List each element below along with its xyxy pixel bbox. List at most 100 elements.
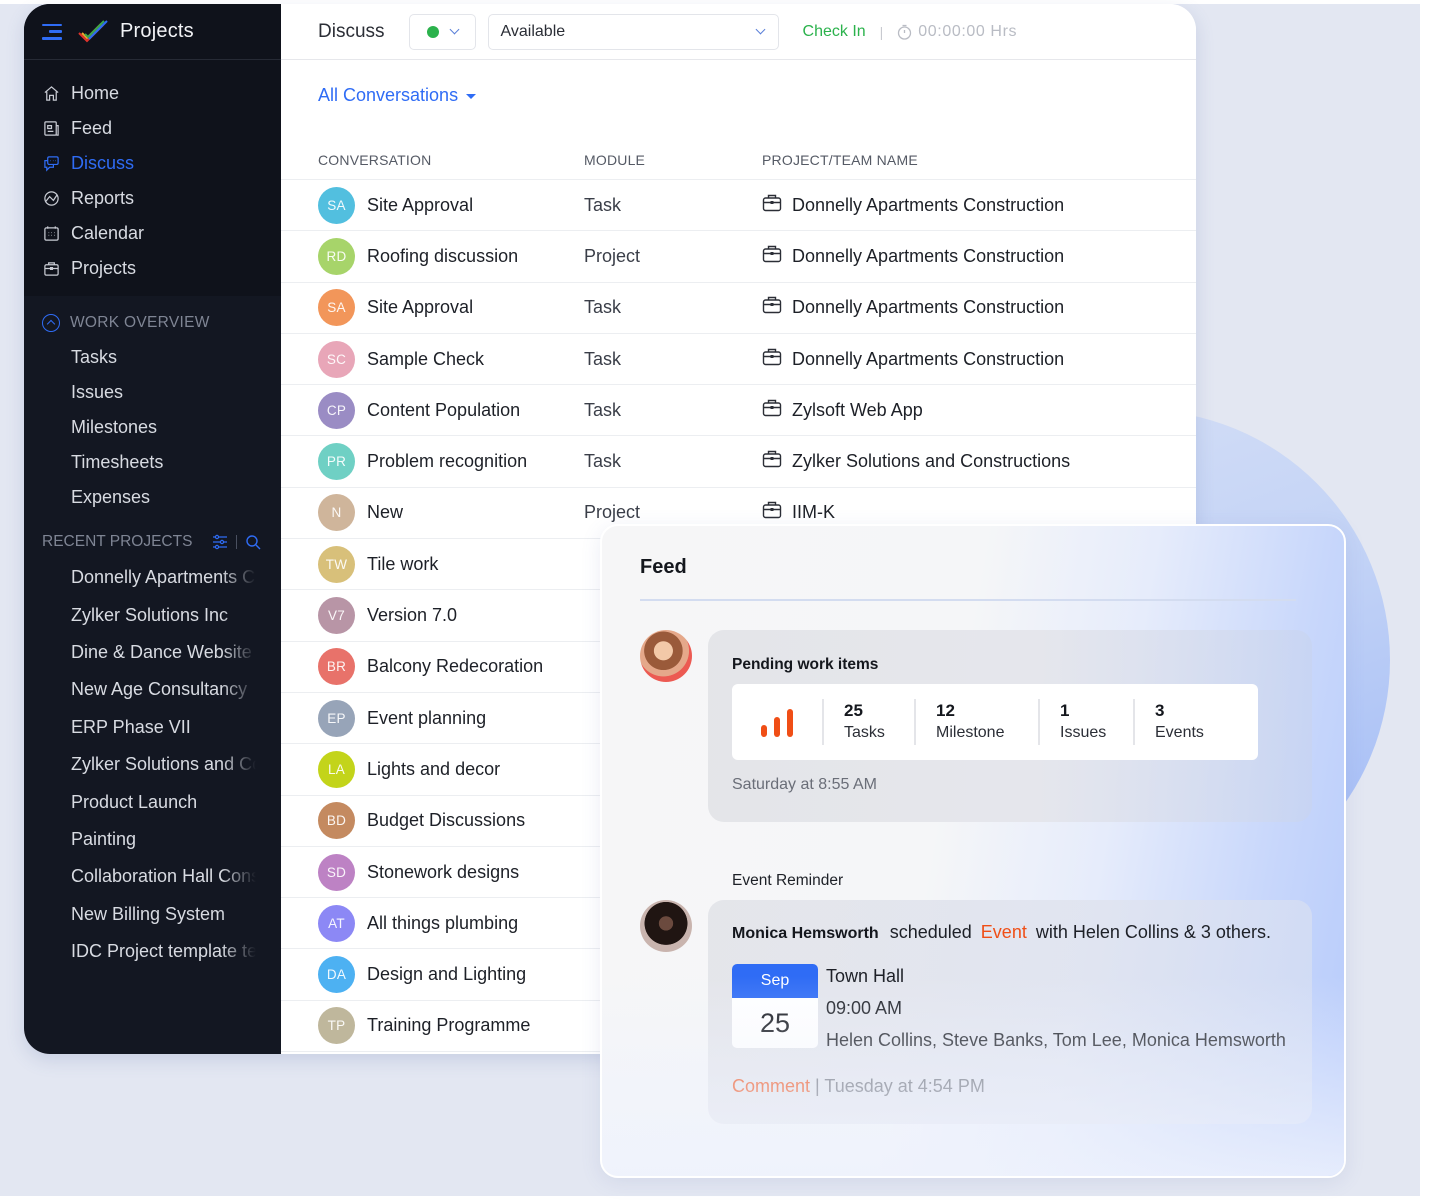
status-dropdown[interactable] (408, 13, 476, 50)
nav-reports[interactable]: Reports (24, 181, 281, 216)
conversation-cell: TP Training Programme (281, 1007, 584, 1045)
chevron-down-icon (449, 24, 459, 35)
stat-value: 1 (1060, 701, 1070, 720)
search-icon[interactable] (245, 534, 261, 550)
project-name[interactable]: Donnelly Apartments Construction (792, 246, 1064, 267)
stat-milestone[interactable]: 12 Milestone (914, 699, 1038, 745)
column-header-project[interactable]: PROJECT/TEAM NAME (762, 152, 1196, 168)
work-item-issues[interactable]: Issues (24, 375, 281, 410)
avatar: BD (318, 802, 355, 840)
avatar: SC (318, 340, 355, 378)
recent-project-item[interactable]: New Age Consultancy (24, 671, 256, 708)
availability-dropdown[interactable]: Available (487, 13, 779, 50)
conversation-name[interactable]: All things plumbing (367, 913, 518, 934)
project-name[interactable]: Donnelly Apartments Construction (792, 349, 1064, 370)
all-conversations-dropdown[interactable]: All Conversations (318, 85, 477, 106)
section-title: RECENT PROJECTS (42, 533, 193, 550)
conversation-name[interactable]: Roofing discussion (367, 246, 518, 267)
avatar: SA (318, 289, 355, 327)
conversation-name[interactable]: Content Population (367, 400, 520, 421)
work-item-tasks[interactable]: Tasks (24, 340, 281, 375)
conversation-name[interactable]: Version 7.0 (367, 605, 457, 626)
check-in-button[interactable]: Check In (803, 23, 866, 41)
avatar: TP (318, 1007, 355, 1045)
conversation-name[interactable]: Problem recognition (367, 451, 527, 472)
conversation-name[interactable]: Event planning (367, 708, 486, 729)
table-row[interactable]: SA Site Approval Task Donnelly Apartments C… (281, 283, 1196, 334)
event-day: 25 (759, 1007, 791, 1038)
project-name[interactable]: Donnelly Apartments Construction (792, 297, 1064, 318)
table-row[interactable]: PR Problem recognition Task Zylker Solution… (281, 436, 1196, 488)
project-name[interactable]: IIM-K (792, 502, 835, 523)
bar-chart-icon (732, 707, 822, 737)
recent-project-item[interactable]: IDC Project template test (24, 933, 256, 970)
briefcase-icon (762, 450, 782, 473)
user-avatar[interactable] (640, 630, 692, 682)
project-name[interactable]: Donnelly Apartments Construction (792, 195, 1064, 216)
user-avatar[interactable] (640, 900, 692, 952)
column-header-module[interactable]: MODULE (584, 152, 762, 168)
conversation-name[interactable]: Lights and decor (367, 759, 500, 780)
nav-calendar[interactable]: Calendar (24, 216, 281, 251)
conversation-name[interactable]: Site Approval (367, 195, 473, 216)
project-name[interactable]: Zylker Solutions and Constructions (792, 451, 1070, 472)
work-item-expenses[interactable]: Expenses (24, 480, 281, 515)
table-row[interactable]: SA Site Approval Task Donnelly Apartments C… (281, 180, 1196, 232)
avatar: CP (318, 391, 355, 429)
stat-tasks[interactable]: 25 Tasks (822, 699, 914, 745)
column-header-conversation[interactable]: CONVERSATION (281, 152, 584, 168)
table-row[interactable]: RD Roofing discussion Project Donnelly Apar… (281, 231, 1196, 283)
recent-project-item[interactable]: Dine & Dance Website (24, 634, 256, 671)
hamburger-menu-icon[interactable] (42, 23, 62, 40)
conversation-cell: PR Problem recognition (281, 443, 584, 481)
work-item-timesheets[interactable]: Timesheets (24, 445, 281, 480)
actor-name[interactable]: Monica Hemsworth (732, 925, 879, 942)
recent-project-item[interactable]: Zylker Solutions and Constructions (24, 746, 256, 783)
conversation-name[interactable]: Tile work (367, 554, 438, 575)
nav-home[interactable]: Home (24, 76, 281, 111)
avatar: AT (318, 904, 355, 942)
recent-project-item[interactable]: Zylker Solutions Inc (24, 596, 256, 633)
stat-issues[interactable]: 1 Issues (1038, 699, 1133, 745)
nav-feed[interactable]: Feed (24, 111, 281, 146)
work-item-milestones[interactable]: Milestones (24, 410, 281, 445)
briefcase-icon (762, 399, 782, 422)
conversation-name[interactable]: Training Programme (367, 1015, 530, 1036)
table-row[interactable]: SC Sample Check Task Donnelly Apartments Co… (281, 334, 1196, 386)
nav-projects[interactable]: Projects (24, 251, 281, 286)
conversation-name[interactable]: Sample Check (367, 349, 484, 370)
nav-label: Calendar (71, 223, 145, 243)
recent-project-item[interactable]: New Billing System (24, 896, 256, 933)
work-overview-toggle[interactable]: WORK OVERVIEW (24, 306, 281, 340)
conversation-name[interactable]: Budget Discussions (367, 810, 525, 831)
conversation-name[interactable]: Design and Lighting (367, 964, 526, 985)
stopwatch-icon (898, 24, 912, 40)
conversation-cell: DA Design and Lighting (281, 956, 584, 994)
avatar: EP (318, 699, 355, 737)
event-timestamp: | Tuesday at 4:54 PM (815, 1076, 985, 1096)
conversation-name[interactable]: New (367, 502, 403, 523)
stat-events[interactable]: 3 Events (1133, 699, 1233, 745)
timestamp: Saturday at 8:55 AM (732, 776, 877, 793)
recent-project-item[interactable]: Collaboration Hall Construction (24, 858, 256, 895)
table-row[interactable]: CP Content Population Task Zylsoft Web App (281, 385, 1196, 437)
calendar-date-badge: Sep 25 (732, 964, 818, 1048)
recent-project-item[interactable]: Product Launch (24, 783, 256, 820)
project-name[interactable]: Zylsoft Web App (792, 400, 923, 421)
filter-sliders-icon[interactable] (212, 534, 228, 550)
conversation-name[interactable]: Stonework designs (367, 862, 519, 883)
conversation-name[interactable]: Balcony Redecoration (367, 656, 543, 677)
app-title: Projects (120, 20, 194, 42)
nav-discuss[interactable]: Discuss (24, 146, 281, 181)
recent-project-item[interactable]: Donnelly Apartments Construction (24, 559, 256, 596)
divider: | (879, 23, 884, 40)
recent-project-item[interactable]: Painting (24, 821, 256, 858)
comment-link[interactable]: Comment (732, 1076, 810, 1096)
pending-work-card: Pending work items 25 Tasks 12 Milestone… (708, 630, 1312, 822)
event-time: 09:00 AM (826, 998, 903, 1018)
event-link[interactable]: Event (981, 922, 1027, 942)
recent-project-item[interactable]: ERP Phase VII (24, 709, 256, 746)
conversation-name[interactable]: Site Approval (367, 297, 473, 318)
conversation-cell: LA Lights and decor (281, 750, 584, 788)
avatar: BR (318, 648, 355, 686)
